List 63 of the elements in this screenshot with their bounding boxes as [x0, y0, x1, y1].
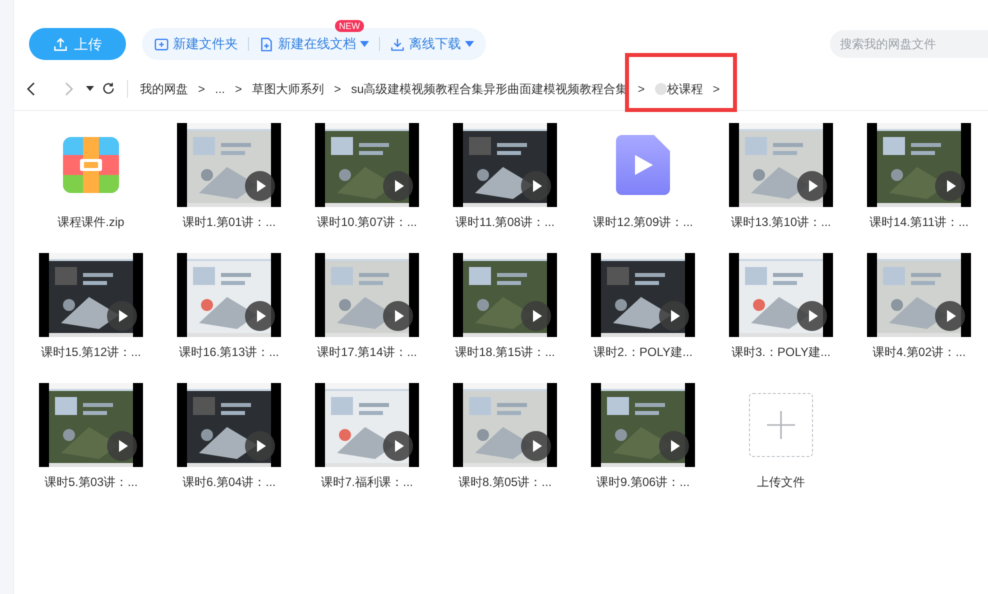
breadcrumb-link[interactable]: ... [215, 80, 226, 98]
play-icon[interactable] [107, 431, 137, 461]
breadcrumb-link[interactable]: 草图大师系列 [252, 80, 324, 98]
upload-icon [53, 36, 68, 52]
file-name[interactable]: 课时3.：POLY建... [731, 343, 831, 361]
file-name[interactable]: 课时14.第11讲：... [869, 213, 969, 231]
file-name[interactable]: 课时10.第07讲：... [316, 213, 418, 231]
play-icon[interactable] [797, 301, 827, 331]
file-name[interactable]: 课时1.第01讲：... [182, 213, 276, 231]
play-icon[interactable] [659, 301, 689, 331]
folder-plus-icon [154, 36, 169, 52]
dropdown-icon[interactable] [86, 86, 94, 91]
breadcrumb-separator: > [638, 80, 645, 98]
file-name[interactable]: 课时11.第08讲：... [455, 213, 555, 231]
file-name[interactable]: 课时4.第02讲：... [872, 343, 966, 361]
video-file-icon [616, 135, 670, 195]
breadcrumb-separator: > [712, 80, 720, 98]
file-name[interactable]: 课时6.第04讲：... [182, 473, 276, 491]
play-icon[interactable] [383, 431, 413, 461]
file-name[interactable]: 课时7.福利课：... [320, 473, 413, 491]
download-icon [390, 36, 405, 52]
caret-icon[interactable] [360, 41, 369, 47]
file-name[interactable]: 课时18.第15讲：... [454, 343, 556, 361]
file-name[interactable]: 课程课件.zip [58, 213, 124, 231]
file-name[interactable]: 课时15.第12讲：... [40, 343, 142, 361]
zip-archive-icon [63, 137, 119, 193]
new-badge: NEW [335, 20, 364, 32]
file-name[interactable]: 课时2.：POLY建... [593, 343, 693, 361]
search-field[interactable]: 搜索我的网盘文件 [830, 30, 988, 58]
plus-icon [767, 411, 795, 439]
toolbar-action[interactable]: 新建文件夹 [154, 34, 238, 54]
breadcrumb-link[interactable]: 校课程 [666, 80, 703, 98]
file-name[interactable]: 课时17.第14讲：... [316, 343, 418, 361]
play-icon[interactable] [521, 431, 551, 461]
play-icon[interactable] [107, 301, 137, 331]
file-name[interactable]: 课时16.第13讲：... [178, 343, 280, 361]
play-icon[interactable] [521, 171, 551, 201]
file-name[interactable]: 课时5.第03讲：... [44, 473, 138, 491]
play-icon[interactable] [659, 431, 689, 461]
file-name[interactable]: 课时8.第05讲：... [458, 473, 552, 491]
play-icon[interactable] [935, 301, 965, 331]
caret-icon[interactable] [465, 41, 474, 47]
refresh-icon[interactable] [102, 82, 115, 95]
play-icon[interactable] [383, 301, 413, 331]
upload-tile[interactable] [749, 393, 813, 457]
play-icon[interactable] [245, 431, 275, 461]
play-icon[interactable] [383, 171, 413, 201]
play-icon[interactable] [935, 171, 965, 201]
breadcrumb-separator: > [235, 80, 242, 98]
breadcrumb-separator: > [334, 80, 342, 98]
toolbar-action[interactable]: 离线下载 [390, 34, 461, 54]
play-icon[interactable] [521, 301, 551, 331]
play-icon[interactable] [245, 171, 275, 201]
file-name[interactable]: 课时13.第10讲：... [730, 213, 832, 231]
document-plus-icon [259, 36, 274, 52]
breadcrumb-link[interactable]: 我的网盘 [140, 80, 188, 98]
file-name[interactable]: 上传文件 [757, 473, 805, 491]
play-icon[interactable] [797, 171, 827, 201]
file-name[interactable]: 课时12.第09讲：... [592, 213, 694, 231]
file-name[interactable]: 课时9.第06讲：... [596, 473, 690, 491]
toolbar-action[interactable]: 新建在线文档 [259, 34, 356, 54]
play-icon[interactable] [245, 301, 275, 331]
breadcrumb-separator: > [198, 80, 206, 98]
